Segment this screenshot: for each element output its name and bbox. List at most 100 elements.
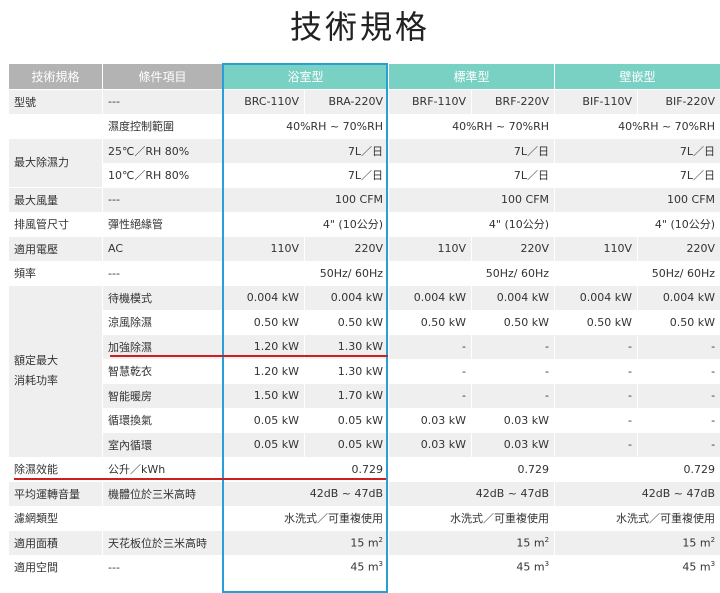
- cell: -: [555, 359, 638, 384]
- table-row: 濾網類型 水洗式／可重複使用 水洗式／可重複使用 水洗式／可重複使用: [9, 506, 720, 531]
- row-condition: 公升／kWh: [103, 457, 223, 482]
- space-value: 45 m: [350, 561, 378, 574]
- row-label: 型號: [9, 90, 103, 115]
- row-condition: 加強除濕: [103, 335, 223, 360]
- cell: 7L／日: [555, 139, 720, 164]
- cell: 1.20 kW: [223, 335, 305, 360]
- row-label: 頻率: [9, 261, 103, 286]
- cell: -: [638, 433, 720, 458]
- cell: 50Hz/ 60Hz: [223, 261, 389, 286]
- table-row: 最大除濕力 25℃／RH 80% 7L／日 7L／日 7L／日: [9, 139, 720, 164]
- row-condition: 智慧乾衣: [103, 359, 223, 384]
- row-label: 適用電壓: [9, 237, 103, 262]
- row-condition: ---: [103, 261, 223, 286]
- cell: 0.05 kW: [223, 433, 305, 458]
- cell: 0.03 kW: [472, 433, 555, 458]
- area-unit-exp: 2: [711, 536, 715, 544]
- cell: BIF-220V: [638, 90, 720, 115]
- cell: BIF-110V: [555, 90, 638, 115]
- row-label-power: 額定最大 消耗功率: [9, 286, 103, 458]
- cell: 0.05 kW: [305, 408, 389, 433]
- cell: 100 CFM: [389, 188, 555, 213]
- table-row: 適用電壓 AC 110V 220V 110V 220V 110V 220V: [9, 237, 720, 262]
- cell: 42dB ~ 47dB: [389, 482, 555, 507]
- cell: 7L／日: [389, 163, 555, 188]
- row-label: 濾網類型: [9, 506, 103, 531]
- cell: 100 CFM: [223, 188, 389, 213]
- table-row: 型號 --- BRC-110V BRA-220V BRF-110V BRF-22…: [9, 90, 720, 115]
- area-unit-exp: 2: [379, 536, 383, 544]
- cell: 0.004 kW: [472, 286, 555, 311]
- row-condition: 智能暖房: [103, 384, 223, 409]
- header-spec: 技術規格: [9, 64, 103, 90]
- cell: 0.05 kW: [223, 408, 305, 433]
- cell: 0.004 kW: [305, 286, 389, 311]
- cell: 7L／日: [223, 163, 389, 188]
- cell: 4" (10公分): [389, 212, 555, 237]
- cell: -: [389, 359, 472, 384]
- table-row: 適用面積 天花板位於三米高時 15 m2 15 m2 15 m2: [9, 531, 720, 556]
- cell: 水洗式／可重複使用: [223, 506, 389, 531]
- page-title: 技術規格: [0, 2, 720, 48]
- header-condition: 條件項目: [103, 64, 223, 90]
- row-condition: 濕度控制範圍: [103, 114, 223, 139]
- cell: 0.50 kW: [555, 310, 638, 335]
- cell: 220V: [305, 237, 389, 262]
- row-condition: ---: [103, 90, 223, 115]
- cell: -: [472, 335, 555, 360]
- cell: 1.30 kW: [305, 359, 389, 384]
- cell: 1.30 kW: [305, 335, 389, 360]
- cell: BRF-220V: [472, 90, 555, 115]
- cell: 4" (10公分): [555, 212, 720, 237]
- cell: 水洗式／可重複使用: [555, 506, 720, 531]
- row-condition: 室內循環: [103, 433, 223, 458]
- cell: 110V: [555, 237, 638, 262]
- table-row: 除濕效能 公升／kWh 0.729 0.729 0.729: [9, 457, 720, 482]
- row-condition: 10℃／RH 80%: [103, 163, 223, 188]
- cell: 220V: [638, 237, 720, 262]
- cell: 110V: [389, 237, 472, 262]
- cell: BRC-110V: [223, 90, 305, 115]
- table-row: 循環換氣 0.05 kW 0.05 kW 0.03 kW 0.03 kW - -: [9, 408, 720, 433]
- row-label: 最大除濕力: [9, 139, 103, 188]
- row-label: 平均運轉音量: [9, 482, 103, 507]
- cell: 4" (10公分): [223, 212, 389, 237]
- cell: 220V: [472, 237, 555, 262]
- cell: 0.004 kW: [555, 286, 638, 311]
- cell: 0.729: [389, 457, 555, 482]
- table-row: 加強除濕 1.20 kW 1.30 kW - - - -: [9, 335, 720, 360]
- cell: 40%RH ~ 70%RH: [389, 114, 555, 139]
- area-value: 15 m: [516, 537, 544, 550]
- cell: 0.03 kW: [389, 408, 472, 433]
- cell: -: [555, 335, 638, 360]
- cell: 40%RH ~ 70%RH: [555, 114, 720, 139]
- cell: 0.004 kW: [223, 286, 305, 311]
- cell: 15 m2: [389, 531, 555, 556]
- row-condition: ---: [103, 188, 223, 213]
- table-row: 額定最大 消耗功率 待機模式 0.004 kW 0.004 kW 0.004 k…: [9, 286, 720, 311]
- cell: -: [638, 384, 720, 409]
- cell: 0.50 kW: [305, 310, 389, 335]
- table-row: 排風管尺寸 彈性絕緣管 4" (10公分) 4" (10公分) 4" (10公分…: [9, 212, 720, 237]
- cell: -: [389, 335, 472, 360]
- row-condition: 25℃／RH 80%: [103, 139, 223, 164]
- cell: 40%RH ~ 70%RH: [223, 114, 389, 139]
- cell: -: [389, 384, 472, 409]
- cell: 0.004 kW: [389, 286, 472, 311]
- space-value: 45 m: [682, 561, 710, 574]
- row-condition: 待機模式: [103, 286, 223, 311]
- row-condition: 循環換氣: [103, 408, 223, 433]
- cell: 42dB ~ 47dB: [223, 482, 389, 507]
- table-row: 涼風除濕 0.50 kW 0.50 kW 0.50 kW 0.50 kW 0.5…: [9, 310, 720, 335]
- cell: 0.50 kW: [472, 310, 555, 335]
- cell: -: [555, 384, 638, 409]
- cell: 0.50 kW: [389, 310, 472, 335]
- table-row: 適用空間 --- 45 m3 45 m3 45 m3: [9, 555, 720, 580]
- cell: 110V: [223, 237, 305, 262]
- cell: 0.50 kW: [223, 310, 305, 335]
- cell: 0.05 kW: [305, 433, 389, 458]
- cell: 100 CFM: [555, 188, 720, 213]
- space-unit-exp: 3: [711, 560, 715, 568]
- table-row: 智能暖房 1.50 kW 1.70 kW - - - -: [9, 384, 720, 409]
- cell: -: [555, 433, 638, 458]
